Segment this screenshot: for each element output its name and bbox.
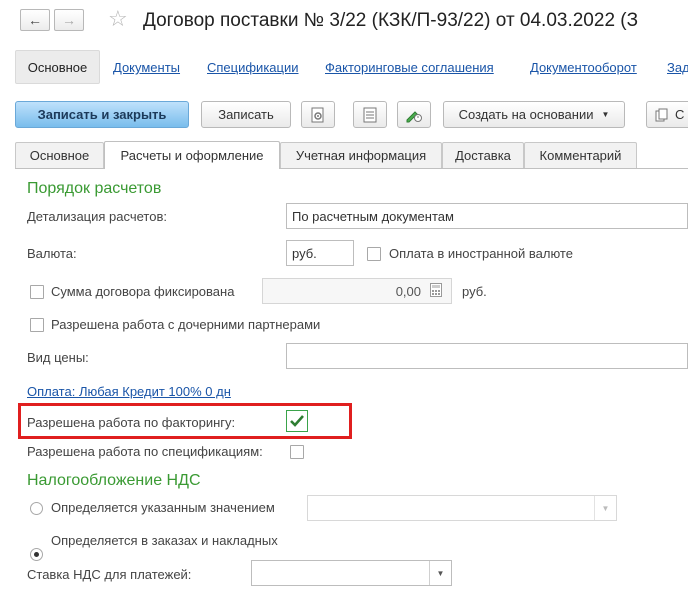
vat-orders-radio[interactable] — [30, 548, 43, 561]
copy-icon — [655, 108, 668, 121]
chevron-down-icon: ▼ — [601, 110, 610, 119]
highlight-frame — [18, 403, 352, 439]
tab-comment[interactable]: Комментарий — [524, 142, 637, 168]
fixed-sum-checkbox[interactable] — [30, 285, 44, 299]
tab-accounting-info[interactable]: Учетная информация — [280, 142, 442, 168]
window-title: Договор поставки № 3/22 (КЗК/П-93/22) от… — [143, 10, 639, 31]
foreign-currency-checkbox[interactable] — [367, 247, 381, 261]
create-based-on-label: Создать на основании — [458, 107, 594, 122]
specs-label: Разрешена работа по спецификациям: — [27, 444, 263, 459]
currency-label: Валюта: — [27, 246, 77, 261]
fixed-sum-field[interactable]: 0,00 — [262, 278, 452, 304]
top-link-main[interactable]: Основное — [15, 50, 100, 84]
vat-specified-label: Определяется указанным значением — [51, 500, 275, 515]
report-button[interactable] — [353, 101, 387, 128]
subsidiaries-checkbox[interactable] — [30, 318, 44, 332]
section-payment-order: Порядок расчетов — [27, 180, 162, 197]
document-lines-icon — [363, 107, 377, 122]
gear-document-icon — [311, 107, 324, 122]
arrow-right-icon: → — [62, 12, 76, 28]
create-based-on-dropdown[interactable]: Создать на основании ▼ — [443, 101, 625, 128]
back-button[interactable]: ← — [20, 9, 50, 31]
pencil-clock-icon — [406, 110, 422, 122]
foreign-currency-label: Оплата в иностранной валюте — [389, 246, 573, 261]
vat-orders-label: Определяется в заказах и накладных — [51, 533, 278, 548]
chevron-down-icon: ▼ — [594, 496, 616, 520]
settings-button[interactable] — [301, 101, 335, 128]
top-link-documents[interactable]: Документы — [113, 60, 180, 75]
top-link-specifications[interactable]: Спецификации — [207, 60, 299, 75]
price-type-field[interactable] — [286, 343, 688, 369]
fixed-sum-label: Сумма договора фиксирована — [51, 284, 235, 299]
more-label: С — [675, 107, 685, 122]
top-link-document-flow[interactable]: Документооборот — [530, 60, 637, 75]
arrow-left-icon: ← — [28, 12, 42, 28]
tab-payments[interactable]: Расчеты и оформление — [104, 141, 280, 169]
detail-field[interactable]: По расчетным документам — [286, 203, 688, 229]
specs-checkbox[interactable] — [290, 445, 304, 459]
payment-terms-link[interactable]: Оплата: Любая Кредит 100% 0 дн — [27, 384, 231, 399]
chevron-down-icon: ▼ — [429, 561, 451, 585]
save-and-close-button[interactable]: Записать и закрыть — [15, 101, 189, 128]
vat-rate-label: Ставка НДС для платежей: — [27, 567, 192, 582]
fixed-sum-currency: руб. — [462, 284, 487, 299]
favorite-star-icon[interactable]: ☆ — [108, 6, 128, 32]
section-vat: Налогообложение НДС — [27, 472, 201, 489]
top-link-tasks[interactable]: Зад — [667, 60, 688, 75]
vat-rate-select[interactable]: ▼ — [251, 560, 452, 586]
more-button[interactable]: С — [646, 101, 688, 128]
edit-button[interactable] — [397, 101, 431, 128]
detail-label: Детализация расчетов: — [27, 209, 167, 224]
tab-main[interactable]: Основное — [15, 142, 104, 168]
vat-specified-radio[interactable] — [30, 502, 43, 515]
subsidiaries-label: Разрешена работа с дочерними партнерами — [51, 317, 321, 332]
tab-delivery[interactable]: Доставка — [442, 142, 524, 168]
save-button[interactable]: Записать — [201, 101, 291, 128]
currency-field[interactable]: руб. — [286, 240, 354, 266]
top-link-factoring-agreements[interactable]: Факторинговые соглашения — [325, 60, 494, 75]
forward-button[interactable]: → — [54, 9, 84, 31]
vat-specified-select[interactable]: ▼ — [307, 495, 617, 521]
calculator-icon[interactable] — [430, 283, 442, 300]
price-type-label: Вид цены: — [27, 350, 89, 365]
